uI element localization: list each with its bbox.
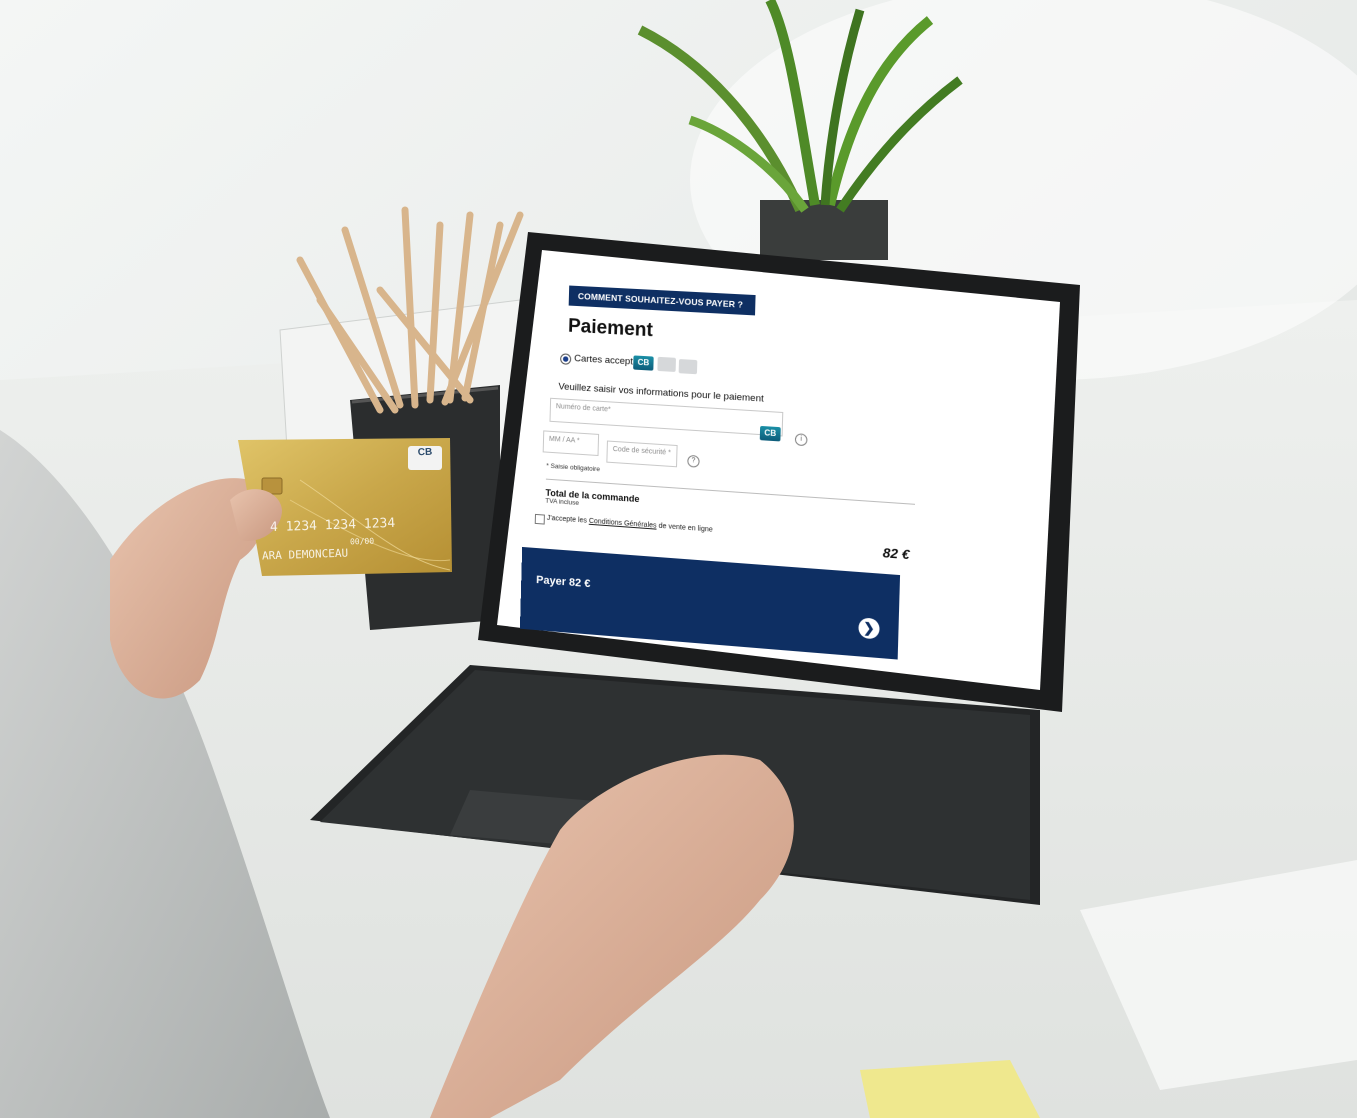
terms-checkbox[interactable]	[534, 513, 545, 525]
expiry-field[interactable]: MM / AA *	[542, 430, 600, 457]
card-number-cb-logo: CB	[759, 425, 781, 442]
total-amount: 82 €	[882, 544, 910, 563]
pay-button[interactable]: Payer 82 € ❯	[519, 546, 901, 660]
security-code-field[interactable]: Code de sécurité *	[606, 440, 678, 468]
help-icon[interactable]: ?	[687, 454, 700, 468]
cb-logo: CB	[633, 355, 654, 371]
gold-card-cb-logo: CB	[417, 446, 433, 459]
payment-screen: COMMENT SOUHAITEZ-VOUS PAYER ? Paiement …	[519, 262, 1080, 728]
terms-link[interactable]: Conditions Générales	[589, 518, 657, 530]
page-title: Paiement	[567, 315, 654, 342]
vat-note: TVA incluse	[545, 497, 580, 507]
pay-button-label: Payer 82 €	[535, 574, 591, 591]
terms-suffix: de vente en ligne	[656, 522, 713, 534]
gold-card-expiry: 00/00	[349, 536, 375, 547]
card-method-radio[interactable]	[560, 353, 572, 365]
required-note: * Saisie obligatoire	[546, 462, 601, 474]
card-logo-placeholder-1	[657, 356, 677, 372]
terms-text: J'accepte les Conditions Générales de ve…	[547, 515, 713, 534]
section-title: COMMENT SOUHAITEZ-VOUS PAYER ?	[568, 285, 756, 316]
arrow-right-icon: ❯	[858, 617, 880, 640]
terms-prefix: J'accepte les	[546, 514, 589, 525]
info-icon[interactable]: i	[794, 433, 808, 447]
card-logo-placeholder-2	[678, 359, 698, 375]
